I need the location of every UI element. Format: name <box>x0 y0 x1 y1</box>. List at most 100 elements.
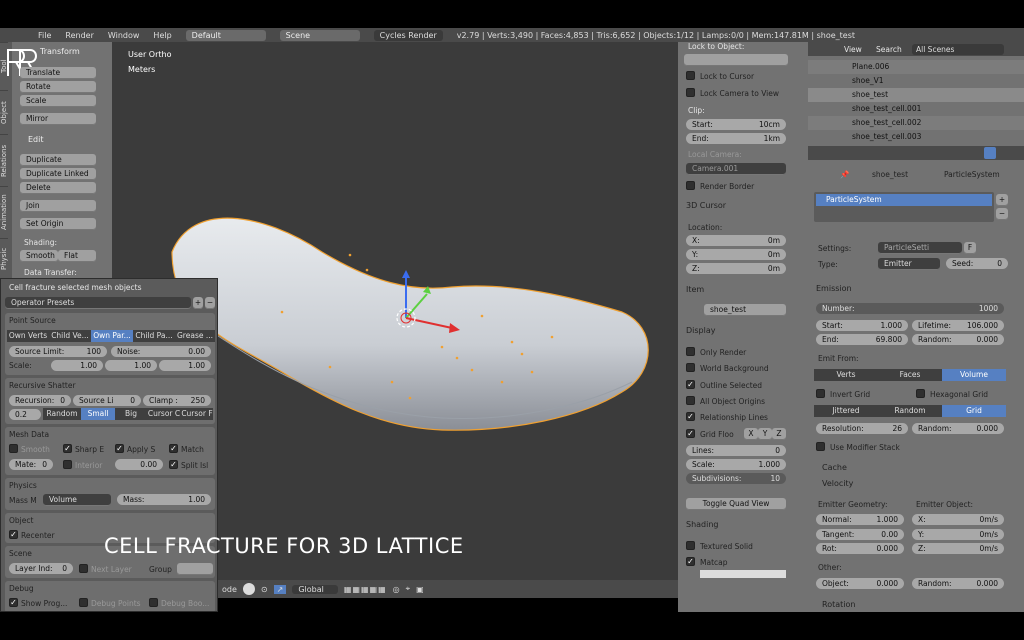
match-checkbox[interactable]: ✓ <box>169 444 178 453</box>
sharp-edges-checkbox[interactable]: ✓ <box>63 444 72 453</box>
big-option[interactable]: Big <box>115 408 147 420</box>
child-verts-option[interactable]: Child Ve... <box>49 330 91 342</box>
hexagonal-grid-checkbox[interactable] <box>916 389 925 398</box>
particle-system-item[interactable]: ParticleSystem <box>816 194 992 206</box>
delete-button[interactable]: Delete <box>20 182 96 194</box>
object-z-velocity-field[interactable]: Z: 0m/s <box>912 543 1004 554</box>
tab-relations[interactable]: Relations <box>0 134 8 186</box>
lock-object-field[interactable] <box>684 54 788 66</box>
scale-z-field[interactable]: 1.00 <box>159 360 211 371</box>
mirror-button[interactable]: Mirror <box>20 113 96 125</box>
rotate-button[interactable]: Rotate <box>20 81 96 93</box>
toggle-quad-view-button[interactable]: Toggle Quad View <box>686 498 786 510</box>
clip-end-field[interactable]: End: 1km <box>686 133 786 144</box>
cursor-far-option[interactable]: Cursor F <box>181 408 213 420</box>
clamp-field[interactable]: Clamp : 250 <box>143 395 211 406</box>
fake-user-button[interactable]: F <box>964 242 976 254</box>
jittered-option[interactable]: Jittered <box>814 405 878 417</box>
axis-x-toggle[interactable]: X <box>744 428 758 440</box>
rot-field[interactable]: Rot: 0.000 <box>816 543 904 554</box>
menu-window[interactable]: Window <box>108 31 140 40</box>
snap-icon[interactable]: ⌖ <box>406 584 411 594</box>
grease-pencil-option[interactable]: Grease ... <box>175 330 215 342</box>
debug-points-checkbox[interactable] <box>79 598 88 607</box>
own-particles-option[interactable]: Own Par... <box>91 330 133 342</box>
lock-camera-checkbox[interactable] <box>686 88 695 97</box>
scene-selector[interactable]: Scene <box>279 29 360 41</box>
textured-solid-checkbox[interactable] <box>686 541 695 550</box>
invert-grid-checkbox[interactable] <box>816 389 825 398</box>
random-field[interactable]: Random: 0.000 <box>912 334 1004 345</box>
layout-selector[interactable]: Default <box>185 29 266 41</box>
add-preset-button[interactable]: + <box>193 297 203 309</box>
cursor-y-field[interactable]: Y: 0m <box>686 249 786 260</box>
resolution-field[interactable]: Resolution: 26 <box>816 423 908 434</box>
clip-start-field[interactable]: Start: 10cm <box>686 119 786 130</box>
random-distribution-option[interactable]: Random <box>878 405 942 417</box>
outliner-row[interactable]: shoe_test_cell.003 <box>808 130 1024 144</box>
world-background-checkbox[interactable] <box>686 363 695 372</box>
velocity-random-field[interactable]: Random: 0.000 <box>912 578 1004 589</box>
split-islands-checkbox[interactable]: ✓ <box>169 460 178 469</box>
layers-grid-icon[interactable]: ▦▦▦▦▦ <box>344 585 387 594</box>
recursion-field[interactable]: Recursion: 0 <box>9 395 71 406</box>
scale-x-field[interactable]: 1.00 <box>51 360 103 371</box>
cursor-close-option[interactable]: Cursor C <box>147 408 181 420</box>
lifetime-field[interactable]: Lifetime: 106.000 <box>912 320 1004 331</box>
relationship-lines-checkbox[interactable]: ✓ <box>686 412 695 421</box>
particles-tab-icon[interactable] <box>984 147 996 159</box>
all-origins-checkbox[interactable] <box>686 396 695 405</box>
scale-y-field[interactable]: 1.00 <box>105 360 157 371</box>
modifier-stack-checkbox[interactable] <box>816 442 825 451</box>
velocity-header[interactable]: Velocity <box>822 479 853 488</box>
grid-random-field[interactable]: Random: 0.000 <box>912 423 1004 434</box>
apply-split-checkbox[interactable]: ✓ <box>115 444 124 453</box>
start-field[interactable]: Start: 1.000 <box>816 320 908 331</box>
item-name-field[interactable]: shoe_test <box>704 304 786 316</box>
outline-selected-checkbox[interactable]: ✓ <box>686 380 695 389</box>
cursor-z-field[interactable]: Z: 0m <box>686 263 786 274</box>
mass-mode-dropdown[interactable]: Volume <box>43 494 111 506</box>
subdivisions-field[interactable]: Subdivisions: 10 <box>686 473 786 484</box>
object-y-velocity-field[interactable]: Y: 0m/s <box>912 529 1004 540</box>
only-render-checkbox[interactable] <box>686 347 695 356</box>
tangent-field[interactable]: Tangent: 0.00 <box>816 529 904 540</box>
pivot-icon[interactable]: ⊙ <box>261 585 268 594</box>
next-layer-checkbox[interactable] <box>79 564 88 573</box>
proportional-edit-icon[interactable]: ◎ <box>393 585 400 594</box>
item-header[interactable]: Item <box>686 285 704 294</box>
outliner-row-selected[interactable]: shoe_test <box>808 88 1024 102</box>
flat-button[interactable]: Flat <box>58 250 96 262</box>
render-border-checkbox[interactable] <box>686 181 695 190</box>
interior-checkbox[interactable] <box>63 460 72 469</box>
grid-lines-field[interactable]: Lines: 0 <box>686 445 786 456</box>
object-x-velocity-field[interactable]: X: 0m/s <box>912 514 1004 525</box>
menu-render[interactable]: Render <box>65 31 93 40</box>
grid-floor-checkbox[interactable]: ✓ <box>686 429 695 438</box>
margin-field[interactable]: 0.00 <box>115 459 163 470</box>
mode-dropdown[interactable]: ode <box>222 585 237 594</box>
tab-animation[interactable]: Animation <box>0 186 8 238</box>
emission-header[interactable]: Emission <box>816 284 852 293</box>
3d-cursor-header[interactable]: 3D Cursor <box>686 201 726 210</box>
object-velocity-field[interactable]: Object: 0.000 <box>816 578 904 589</box>
source-limit-field[interactable]: Source Limit: 100 <box>9 346 107 357</box>
orientation-dropdown[interactable]: Global <box>292 584 338 594</box>
matcap-preview[interactable] <box>700 570 786 578</box>
remove-preset-button[interactable]: − <box>205 297 215 309</box>
render-engine-dropdown[interactable]: Cycles Render <box>373 29 443 41</box>
number-field[interactable]: Number: 1000 <box>816 303 1004 314</box>
mass-field[interactable]: Mass: 1.00 <box>117 494 211 505</box>
outliner-row[interactable]: shoe_test_cell.001 <box>808 102 1024 116</box>
tab-object[interactable]: Object <box>0 90 8 134</box>
operator-presets-dropdown[interactable]: Operator Presets <box>5 297 191 309</box>
duplicate-linked-button[interactable]: Duplicate Linked <box>20 168 96 180</box>
menu-file[interactable]: File <box>38 31 51 40</box>
tab-physics[interactable]: Physic <box>0 238 8 278</box>
recenter-checkbox[interactable]: ✓ <box>9 530 18 539</box>
layer-index-field[interactable]: Layer Ind: 0 <box>9 563 73 574</box>
emit-verts-option[interactable]: Verts <box>814 369 878 381</box>
outliner-row[interactable]: shoe_V1 <box>808 74 1024 88</box>
normal-field[interactable]: Normal: 1.000 <box>816 514 904 525</box>
rotation-header[interactable]: Rotation <box>822 600 855 609</box>
